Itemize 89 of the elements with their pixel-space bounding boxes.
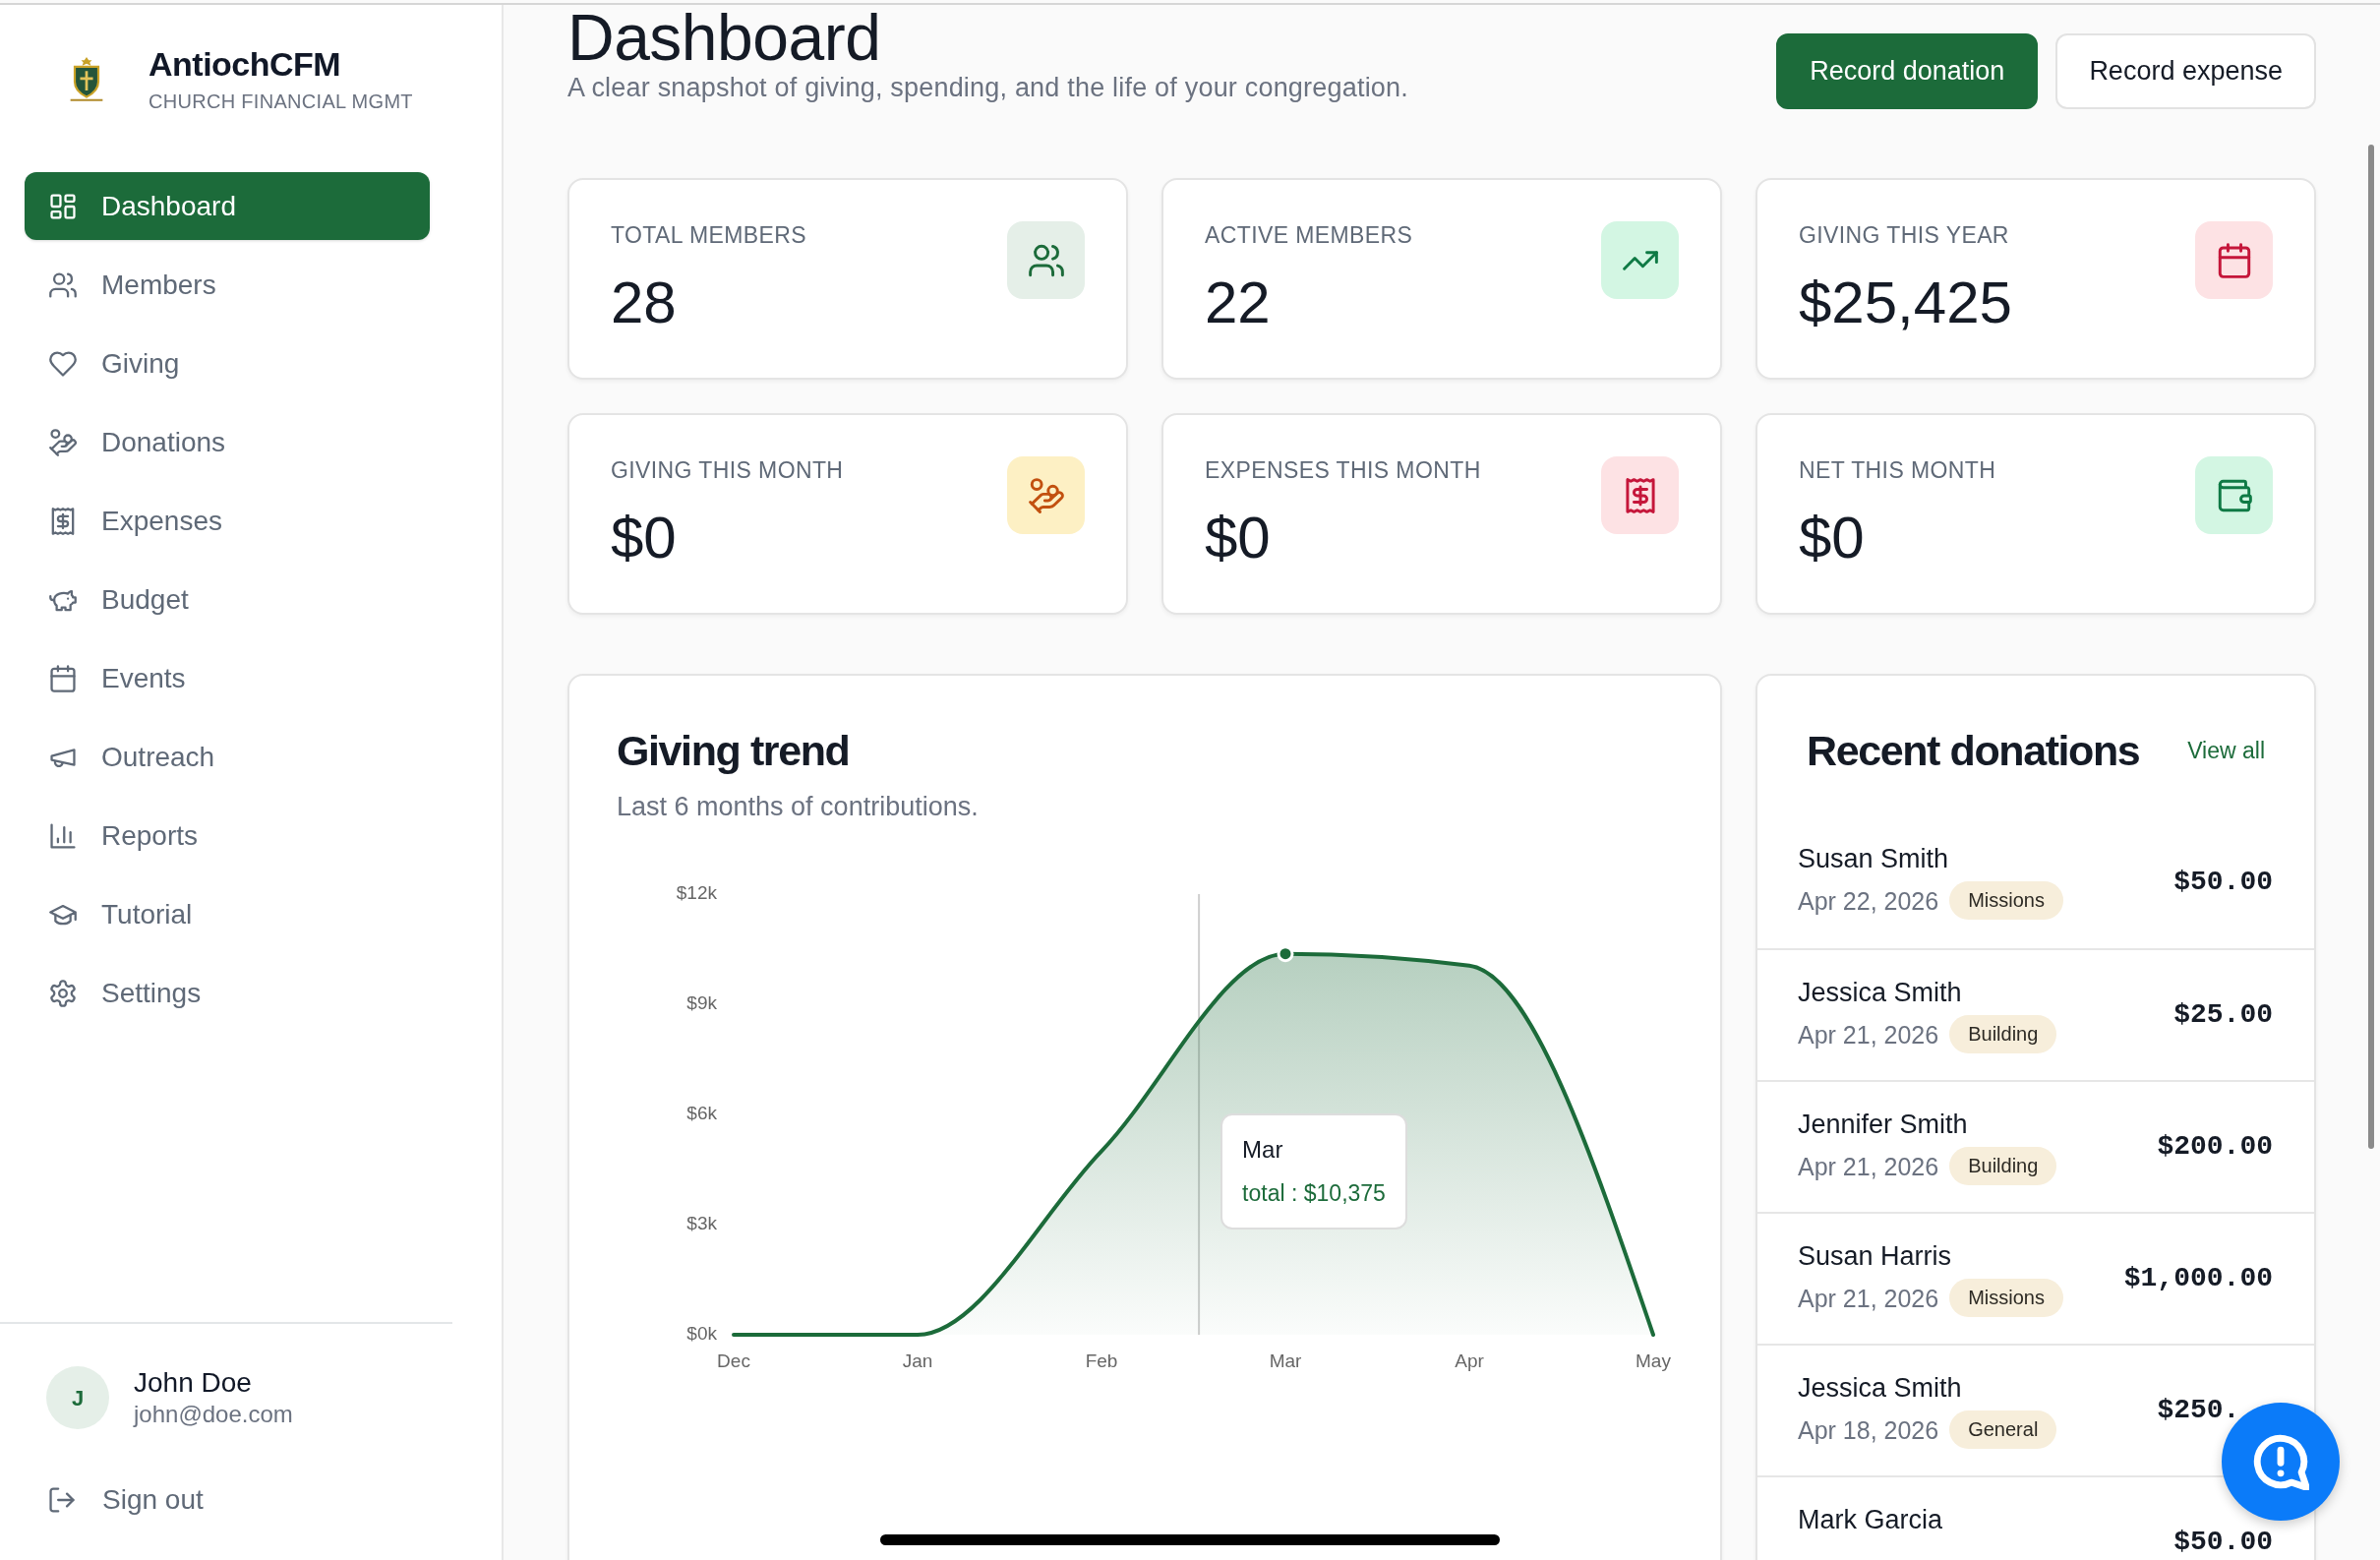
donation-date: Apr 21, 2026 xyxy=(1798,1019,1939,1050)
x-axis-label: Dec xyxy=(717,1350,750,1371)
card-title: Recent donations xyxy=(1807,726,2140,776)
receipt-icon xyxy=(49,507,77,535)
x-axis-label: May xyxy=(1636,1350,1671,1371)
hand-coins-icon xyxy=(1007,456,1085,534)
bar-chart-icon xyxy=(49,821,77,850)
settings-icon xyxy=(49,979,77,1007)
y-axis-label: $9k xyxy=(686,992,717,1013)
donor-name: Susan Smith xyxy=(1798,843,1950,875)
calendar-icon xyxy=(49,664,77,692)
stat-label: GIVING THIS YEAR xyxy=(1799,221,2010,249)
app-tagline: CHURCH FINANCIAL MGMT xyxy=(149,90,413,112)
users-icon xyxy=(49,270,77,299)
donation-date: Apr 18, 2026 xyxy=(1798,1414,1939,1445)
fund-tag: Building xyxy=(1949,1015,2057,1053)
stat-value: 28 xyxy=(611,269,678,337)
hand-coins-icon xyxy=(49,428,77,456)
sidebar-item[interactable]: Reports xyxy=(25,802,430,870)
sidebar-item[interactable]: Expenses xyxy=(25,487,430,555)
sidebar-item[interactable]: Giving xyxy=(25,330,430,397)
donation-date: Apr 21, 2026 xyxy=(1798,1283,1939,1313)
stat-label: ACTIVE MEMBERS xyxy=(1205,221,1413,249)
donor-name: Mark Garcia xyxy=(1798,1504,1943,1536)
record-donation-button[interactable]: Record donation xyxy=(1776,33,2039,109)
donor-name: Jessica Smith xyxy=(1798,977,1963,1009)
tooltip-title: Mar xyxy=(1242,1135,1284,1165)
donor-name: Jessica Smith xyxy=(1798,1372,1963,1405)
x-axis-label: Feb xyxy=(1085,1350,1118,1371)
stat-value: $25,425 xyxy=(1799,269,2012,337)
donor-name: Jennifer Smith xyxy=(1798,1109,1969,1141)
y-axis-label: $0k xyxy=(686,1323,717,1344)
tooltip-value: total : $10,375 xyxy=(1242,1179,1386,1208)
user-avatar: J xyxy=(46,1366,109,1429)
fund-tag: General xyxy=(1949,1410,2057,1449)
stat-label: TOTAL MEMBERS xyxy=(611,221,807,249)
stat-value: $0 xyxy=(1205,504,1272,572)
donation-date: Apr 22, 2026 xyxy=(1798,885,1939,916)
stat-value: $0 xyxy=(1799,504,1866,572)
stat-label: NET THIS MONTH xyxy=(1799,456,1996,484)
sidebar-item[interactable]: Budget xyxy=(25,566,430,633)
trending-up-icon xyxy=(1601,221,1679,299)
sidebar-item[interactable]: Tutorial xyxy=(25,880,430,948)
fund-tag: Missions xyxy=(1949,881,2063,920)
sign-out-icon xyxy=(48,1486,76,1514)
stat-label: GIVING THIS MONTH xyxy=(611,456,844,484)
donation-amount: $250. xyxy=(2157,1394,2240,1427)
sidebar-item[interactable]: Dashboard xyxy=(25,172,430,240)
stat-value: $0 xyxy=(611,504,678,572)
record-expense-button[interactable]: Record expense xyxy=(2055,33,2316,109)
x-axis-label: Mar xyxy=(1269,1350,1302,1371)
card-title: Giving trend xyxy=(617,726,851,776)
donation-amount: $50.00 xyxy=(2173,866,2273,899)
card-subtitle: Last 6 months of contributions. xyxy=(617,791,980,823)
receipt-icon xyxy=(1601,456,1679,534)
sidebar-item[interactable]: Donations xyxy=(25,408,430,476)
y-axis-label: $3k xyxy=(686,1213,717,1233)
page-title: Dashboard xyxy=(567,5,882,70)
fund-tag: Missions xyxy=(1949,1279,2063,1317)
sidebar-item[interactable]: Settings xyxy=(25,959,430,1027)
page-subtitle: A clear snapshot of giving, spending, and the life of your congregation. xyxy=(567,72,1408,104)
sidebar-item[interactable]: Outreach xyxy=(25,723,430,791)
sidebar-item[interactable]: Events xyxy=(25,644,430,712)
donation-amount: $25.00 xyxy=(2173,998,2273,1032)
fund-tag: Building xyxy=(1949,1147,2057,1185)
stat-label: EXPENSES THIS MONTH xyxy=(1205,456,1481,484)
stat-value: 22 xyxy=(1205,269,1272,337)
y-axis-label: $6k xyxy=(686,1103,717,1123)
donation-amount: $1,000.00 xyxy=(2123,1262,2273,1295)
wallet-icon xyxy=(2195,456,2273,534)
donor-name: Susan Harris xyxy=(1798,1240,1953,1273)
app-name: AntiochCFM xyxy=(149,46,342,83)
donation-amount: $50.00 xyxy=(2173,1526,2273,1559)
heart-icon xyxy=(49,349,77,378)
alert-bubble-icon xyxy=(2252,1433,2309,1490)
data-point xyxy=(1277,945,1294,963)
users-icon xyxy=(1007,221,1085,299)
sign-out-link[interactable]: Sign out xyxy=(48,1480,204,1520)
x-axis-label: Apr xyxy=(1455,1350,1484,1371)
user-name: John Doe xyxy=(134,1366,253,1400)
user-email: john@doe.com xyxy=(134,1400,293,1429)
y-axis-label: $12k xyxy=(676,882,717,903)
donation-date: Apr 21, 2026 xyxy=(1798,1151,1939,1181)
donation-amount: $200.00 xyxy=(2157,1130,2273,1164)
sidebar-item[interactable]: Members xyxy=(25,251,430,319)
x-axis-label: Jan xyxy=(902,1350,933,1371)
calendar-icon xyxy=(2195,221,2273,299)
grid-icon xyxy=(49,192,77,220)
view-all-link[interactable]: View all xyxy=(2187,733,2265,768)
